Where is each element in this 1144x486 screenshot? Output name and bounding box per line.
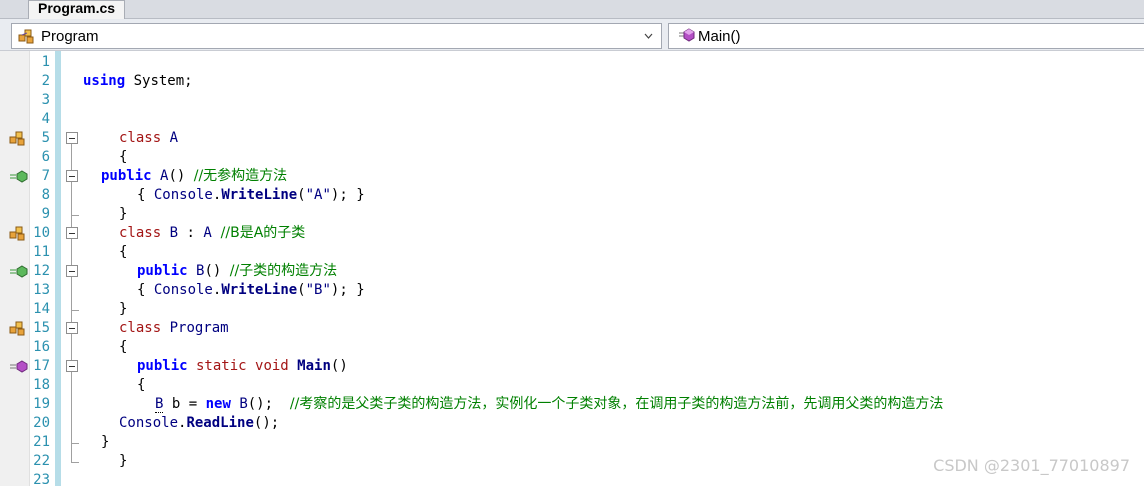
- code-line: 11 {: [0, 243, 1144, 262]
- line-number: 7: [41, 168, 50, 184]
- chevron-down-icon[interactable]: [644, 33, 653, 39]
- collapse-toggle[interactable]: [66, 170, 78, 182]
- watermark: CSDN @2301_77010897: [933, 456, 1130, 475]
- code-text: public A() //无参构造方法: [101, 168, 288, 184]
- code-line: 5 class A: [0, 129, 1144, 148]
- line-number: 9: [41, 206, 50, 222]
- line-number: 10: [33, 225, 50, 241]
- code-text: {: [119, 149, 128, 165]
- code-text: {: [119, 244, 128, 260]
- code-line: 15 class Program: [0, 319, 1144, 338]
- collapse-toggle[interactable]: [66, 132, 78, 144]
- code-line: 21 }: [0, 433, 1144, 452]
- constructor-icon: [10, 170, 28, 183]
- code-line: 8 { Console.WriteLine("A"); }: [0, 186, 1144, 205]
- code-text: {: [119, 339, 128, 355]
- code-line: 4: [0, 110, 1144, 129]
- line-number: 8: [41, 187, 50, 203]
- code-text: class B : A //B是A的子类: [119, 225, 306, 241]
- code-line: 2 using System;: [0, 72, 1144, 91]
- code-text: public static void Main(): [137, 358, 348, 374]
- collapse-toggle[interactable]: [66, 322, 78, 334]
- class-icon: [9, 131, 25, 146]
- code-text: { Console.WriteLine("A"); }: [137, 187, 365, 203]
- line-number: 5: [41, 130, 50, 146]
- type-dropdown-label: Program: [41, 28, 99, 45]
- code-text: public B() //子类的构造方法: [137, 263, 338, 279]
- constructor-icon: [10, 265, 28, 278]
- code-text: {: [137, 377, 146, 393]
- collapse-toggle[interactable]: [66, 265, 78, 277]
- code-line: 18 {: [0, 376, 1144, 395]
- line-number: 12: [33, 263, 50, 279]
- code-text: }: [119, 453, 128, 469]
- line-number: 19: [33, 396, 50, 412]
- method-icon: [10, 360, 28, 373]
- code-text: using System;: [83, 73, 193, 89]
- code-line: 16 {: [0, 338, 1144, 357]
- code-editor[interactable]: 1 2 using System; 3 4 5 class A 6 { 7 pu…: [0, 51, 1144, 486]
- line-number: 1: [41, 54, 50, 70]
- code-line: 20 Console.ReadLine();: [0, 414, 1144, 433]
- document-tab-strip: Program.cs: [0, 0, 1144, 19]
- class-icon: [9, 226, 25, 241]
- code-line: 7 public A() //无参构造方法: [0, 167, 1144, 186]
- code-line: 17 public static void Main(): [0, 357, 1144, 376]
- line-number: 22: [33, 453, 50, 469]
- member-dropdown-label: Main(): [698, 28, 741, 45]
- code-text: }: [101, 434, 110, 450]
- line-number: 11: [33, 244, 50, 260]
- code-text: { Console.WriteLine("B"); }: [137, 282, 365, 298]
- code-text: }: [119, 301, 128, 317]
- code-line: 6 {: [0, 148, 1144, 167]
- code-line: 19 B b = new B(); //考察的是父类子类的构造方法，实例化一个子…: [0, 395, 1144, 414]
- line-number: 13: [33, 282, 50, 298]
- line-number: 2: [41, 73, 50, 89]
- code-text: class Program: [119, 320, 229, 336]
- code-line: 3: [0, 91, 1144, 110]
- line-number: 20: [33, 415, 50, 431]
- collapse-toggle[interactable]: [66, 360, 78, 372]
- line-number: 4: [41, 111, 50, 127]
- code-line: 1: [0, 53, 1144, 72]
- navigation-bar: Program Main(): [0, 19, 1144, 51]
- tab-program-cs[interactable]: Program.cs: [28, 0, 126, 19]
- code-text: Console.ReadLine();: [119, 415, 280, 431]
- code-line: 14 }: [0, 300, 1144, 319]
- code-text: }: [119, 206, 128, 222]
- code-text: class A: [119, 130, 179, 146]
- class-icon: [9, 321, 25, 336]
- line-number: 14: [33, 301, 50, 317]
- line-number: 6: [41, 149, 50, 165]
- member-dropdown[interactable]: Main(): [668, 23, 1144, 49]
- class-icon: [18, 29, 34, 44]
- tab-label: Program.cs: [38, 0, 116, 16]
- line-number: 23: [33, 472, 50, 486]
- code-text: B b = new B(); //考察的是父类子类的构造方法，实例化一个子类对象…: [155, 396, 944, 413]
- code-line: 12 public B() //子类的构造方法: [0, 262, 1144, 281]
- line-number: 3: [41, 92, 50, 108]
- code-line: 10 class B : A //B是A的子类: [0, 224, 1144, 243]
- line-number: 18: [33, 377, 50, 393]
- code-line: 9 }: [0, 205, 1144, 224]
- method-icon: [679, 28, 695, 42]
- line-number: 21: [33, 434, 50, 450]
- type-dropdown[interactable]: Program: [11, 23, 662, 49]
- collapse-toggle[interactable]: [66, 227, 78, 239]
- line-number: 17: [33, 358, 50, 374]
- line-number: 15: [33, 320, 50, 336]
- code-line: 13 { Console.WriteLine("B"); }: [0, 281, 1144, 300]
- line-number: 16: [33, 339, 50, 355]
